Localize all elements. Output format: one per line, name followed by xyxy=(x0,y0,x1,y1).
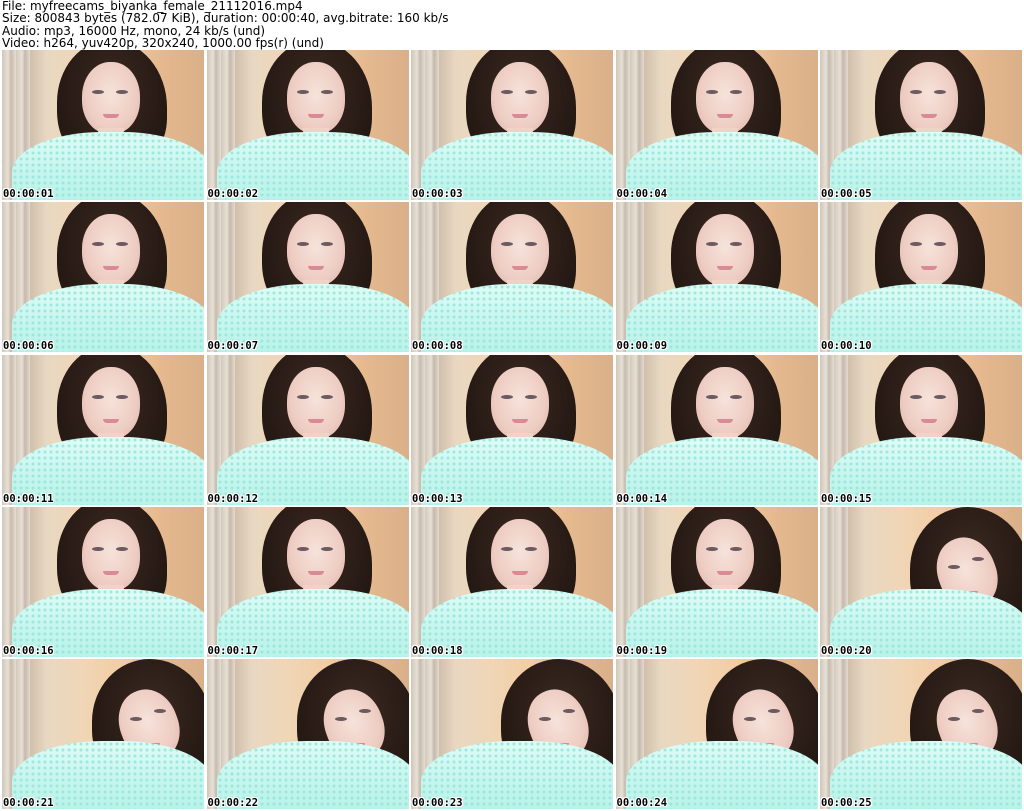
thumbnail-frame: 00:00:23 xyxy=(411,659,613,809)
frame-timestamp: 00:00:14 xyxy=(616,492,668,505)
thumbnail-frame: 00:00:18 xyxy=(411,506,613,657)
thumbnail-frame: 00:00:06 xyxy=(2,202,204,353)
frame-timestamp: 00:00:19 xyxy=(616,644,668,657)
file-info-header: File: myfreecams_biyanka_female_21112016… xyxy=(2,0,1022,50)
thumbnail-frame: 00:00:20 xyxy=(820,506,1022,657)
thumbnail-frame: 00:00:22 xyxy=(206,659,409,809)
frame-timestamp: 00:00:18 xyxy=(412,644,463,657)
frame-timestamp: 00:00:24 xyxy=(616,797,668,809)
frame-timestamp: 00:00:15 xyxy=(821,492,872,505)
frame-timestamp: 00:00:11 xyxy=(3,492,54,505)
thumbnail-frame: 00:00:16 xyxy=(2,506,204,657)
thumbnail-frame: 00:00:08 xyxy=(411,202,613,353)
frame-timestamp: 00:00:04 xyxy=(616,188,668,200)
thumbnail-frame: 00:00:12 xyxy=(206,354,409,505)
frame-timestamp: 00:00:12 xyxy=(207,492,259,505)
frame-timestamp: 00:00:03 xyxy=(412,188,463,200)
frame-timestamp: 00:00:10 xyxy=(821,340,872,353)
frame-timestamp: 00:00:05 xyxy=(821,188,872,200)
thumbnail-frame: 00:00:11 xyxy=(2,354,204,505)
frame-timestamp: 00:00:17 xyxy=(207,644,259,657)
thumbnail-frame: 00:00:01 xyxy=(2,50,204,200)
thumbnail-frame: 00:00:04 xyxy=(615,50,818,200)
frame-timestamp: 00:00:07 xyxy=(207,340,259,353)
frame-timestamp: 00:00:25 xyxy=(821,797,872,809)
frame-timestamp: 00:00:01 xyxy=(3,188,54,200)
frame-timestamp: 00:00:16 xyxy=(3,644,54,657)
frame-timestamp: 00:00:13 xyxy=(412,492,463,505)
frame-timestamp: 00:00:23 xyxy=(412,797,463,809)
thumbnail-frame: 00:00:14 xyxy=(615,354,818,505)
thumbnail-frame: 00:00:02 xyxy=(206,50,409,200)
size-duration-line: Size: 800843 bytes (782.07 KiB), duratio… xyxy=(2,11,449,26)
thumbnail-frame: 00:00:15 xyxy=(820,354,1022,505)
frame-timestamp: 00:00:06 xyxy=(3,340,54,353)
thumbnail-frame: 00:00:07 xyxy=(206,202,409,353)
thumbnail-frame: 00:00:09 xyxy=(615,202,818,353)
frame-timestamp: 00:00:20 xyxy=(821,644,872,657)
thumbnail-frame: 00:00:25 xyxy=(820,659,1022,809)
thumbnail-grid: 00:00:01 00:00:02 00:00:03 00:00:04 00:0… xyxy=(2,50,1022,809)
thumbnail-frame: 00:00:17 xyxy=(206,506,409,657)
thumbnail-frame: 00:00:13 xyxy=(411,354,613,505)
thumbnail-frame: 00:00:19 xyxy=(615,506,818,657)
video-info-line: Video: h264, yuv420p, 320x240, 1000.00 f… xyxy=(2,36,324,51)
frame-timestamp: 00:00:02 xyxy=(207,188,259,200)
thumbnail-frame: 00:00:03 xyxy=(411,50,613,200)
frame-timestamp: 00:00:08 xyxy=(412,340,463,353)
frame-timestamp: 00:00:22 xyxy=(207,797,259,809)
thumbnail-frame: 00:00:24 xyxy=(615,659,818,809)
frame-timestamp: 00:00:21 xyxy=(3,797,54,809)
thumbnail-frame: 00:00:05 xyxy=(820,50,1022,200)
frame-timestamp: 00:00:09 xyxy=(616,340,668,353)
thumbnail-frame: 00:00:10 xyxy=(820,202,1022,353)
thumbnail-frame: 00:00:21 xyxy=(2,659,204,809)
